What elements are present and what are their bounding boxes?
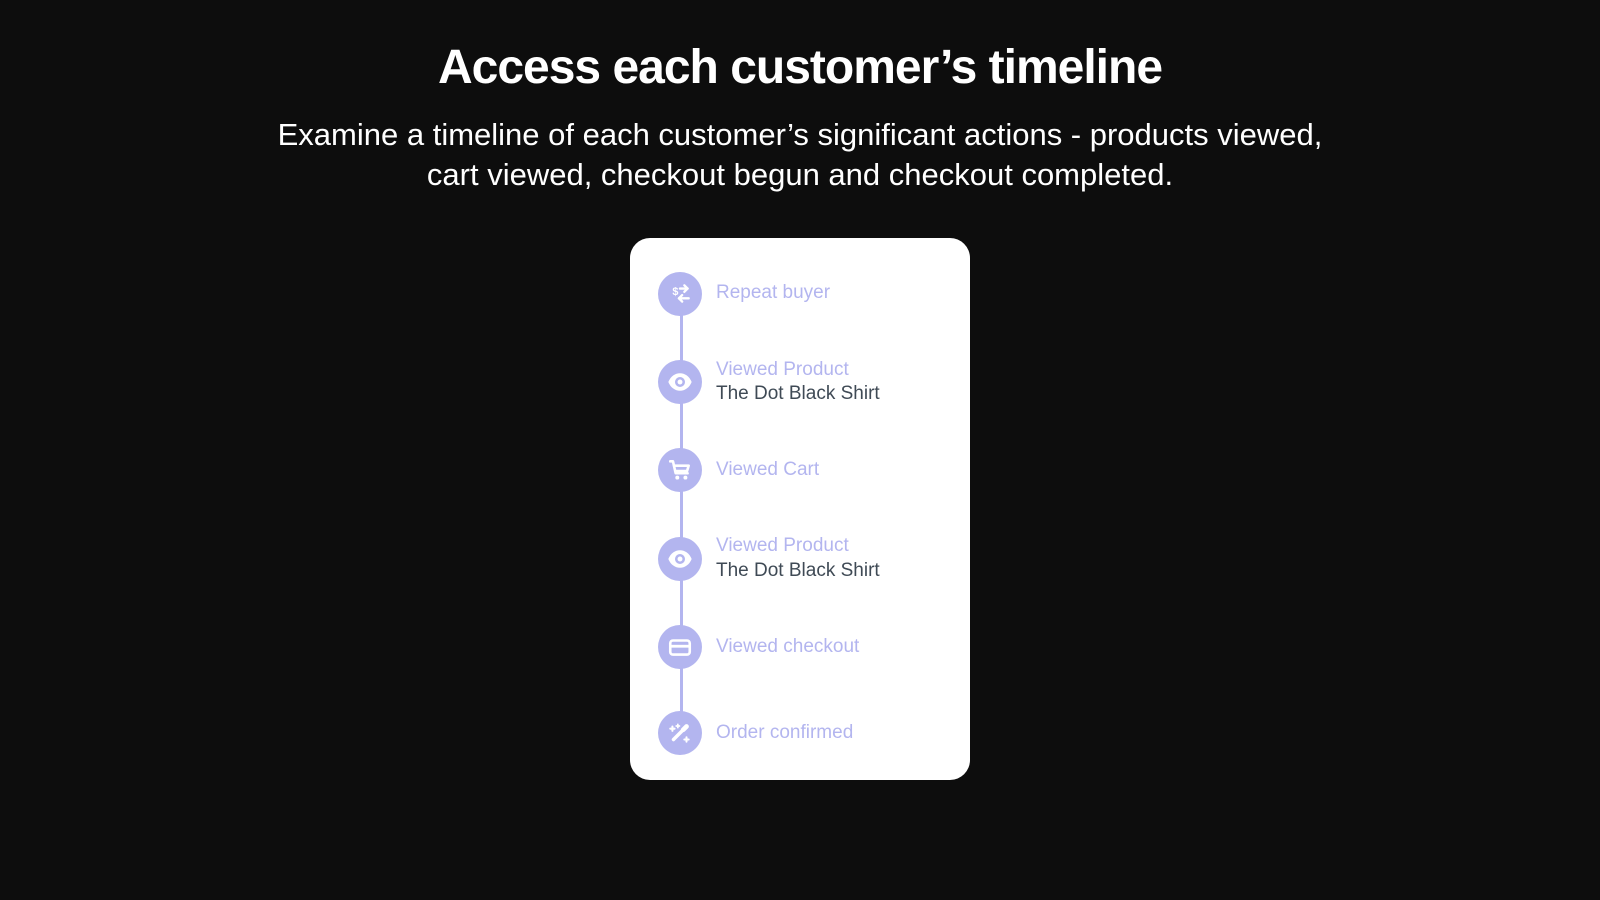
cart-icon (658, 448, 702, 492)
timeline: $ Repeat buyer (658, 272, 944, 755)
timeline-label: Order confirmed (716, 721, 853, 745)
timeline-text: Repeat buyer (716, 281, 830, 305)
subhead: Examine a timeline of each customer’s si… (260, 115, 1340, 196)
timeline-label: Repeat buyer (716, 281, 830, 305)
timeline-text: Viewed checkout (716, 635, 859, 659)
timeline-row: Viewed Product The Dot Black Shirt (658, 534, 944, 583)
dollar-swap-icon: $ (658, 272, 702, 316)
svg-text:$: $ (672, 286, 678, 298)
eye-icon (658, 360, 702, 404)
timeline-text: Order confirmed (716, 721, 853, 745)
timeline-label: Viewed Cart (716, 458, 819, 482)
timeline-text: Viewed Cart (716, 458, 819, 482)
headline: Access each customer’s timeline (438, 40, 1162, 95)
eye-icon (658, 537, 702, 581)
card-icon (658, 625, 702, 669)
page: Access each customer’s timeline Examine … (0, 0, 1600, 900)
timeline-detail: The Dot Black Shirt (716, 559, 880, 583)
timeline-row: $ Repeat buyer (658, 272, 944, 316)
timeline-text: Viewed Product The Dot Black Shirt (716, 358, 880, 407)
timeline-card: $ Repeat buyer (630, 238, 970, 780)
timeline-row: Viewed Product The Dot Black Shirt (658, 358, 944, 407)
sparkle-icon (658, 711, 702, 755)
timeline-row: Order confirmed (658, 711, 944, 755)
timeline-label: Viewed Product (716, 358, 880, 382)
timeline-label: Viewed Product (716, 534, 880, 558)
timeline-row: Viewed Cart (658, 448, 944, 492)
timeline-text: Viewed Product The Dot Black Shirt (716, 534, 880, 583)
timeline-detail: The Dot Black Shirt (716, 382, 880, 406)
timeline-row: Viewed checkout (658, 625, 944, 669)
timeline-label: Viewed checkout (716, 635, 859, 659)
